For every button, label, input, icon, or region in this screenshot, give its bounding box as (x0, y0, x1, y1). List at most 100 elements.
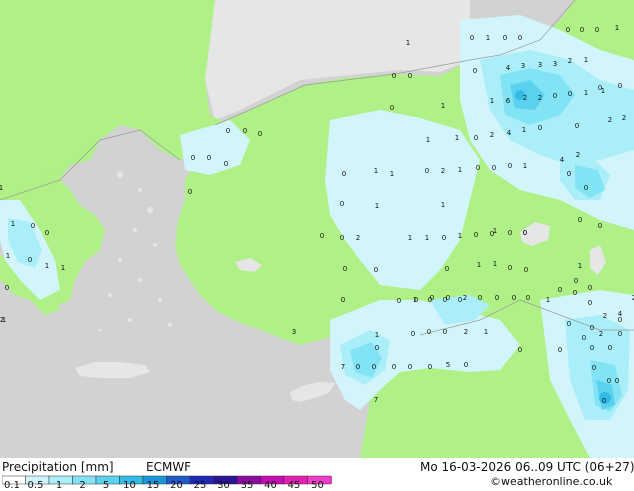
precip-value: 0 (588, 284, 592, 292)
precip-value: 1 (486, 34, 490, 42)
precip-value: 0 (372, 363, 376, 371)
precip-value: 0 (341, 296, 345, 304)
precip-value: 0 (568, 90, 572, 98)
precip-value: 2 (490, 131, 494, 139)
precip-value: 2 (356, 234, 360, 242)
precip-value: 0 (356, 363, 360, 371)
precip-value: 1 (406, 39, 410, 47)
precip-value: 2 (463, 294, 467, 302)
precip-value: 0 (592, 364, 596, 372)
precip-value: 0 (566, 26, 570, 34)
precip-value: 2 (622, 114, 626, 122)
precip-value: 0 (446, 294, 450, 302)
precip-value: 0 (474, 134, 478, 142)
precip-value: 1 (477, 261, 481, 269)
precip-value: 0 (31, 222, 35, 230)
precip-value: 1 (61, 264, 65, 272)
footer-credit: ©weatheronline.co.uk (490, 475, 613, 488)
precip-value: 0 (343, 265, 347, 273)
precip-value: 7 (341, 363, 345, 371)
precip-value: 0 (320, 232, 324, 240)
legend-arrow (331, 476, 332, 484)
precip-value: 2 (523, 94, 527, 102)
precip-value: 0 (518, 34, 522, 42)
precip-value: 7 (374, 396, 378, 404)
precip-value: 0 (470, 34, 474, 42)
precip-value: 0 (342, 170, 346, 178)
precip-value: 0 (575, 122, 579, 130)
precip-value: 1 (425, 234, 429, 242)
precip-value: 2 (464, 328, 468, 336)
precip-value: 0 (607, 377, 611, 385)
precip-value: 0 (598, 222, 602, 230)
precip-value: 0 (474, 231, 478, 239)
precip-value: 1 (375, 202, 379, 210)
precip-value: 0 (512, 294, 516, 302)
precip-value: 0 (615, 377, 619, 385)
legend-colorbar (2, 475, 332, 485)
precip-value: 0 (243, 127, 247, 135)
precip-value: 0 (553, 92, 557, 100)
precip-value: 0 (473, 67, 477, 75)
footer-datetime: Mo 16-03-2026 06..09 UTC (06+27) (420, 460, 634, 474)
precip-value: 0 (495, 294, 499, 302)
precip-value: 1 (493, 260, 497, 268)
precip-value: 0 (508, 162, 512, 170)
precip-value: 0 (476, 164, 480, 172)
precip-value: 0 (567, 320, 571, 328)
precip-value: 0 (608, 344, 612, 352)
precip-value: 1 (374, 167, 378, 175)
precip-value: 3 (553, 60, 557, 68)
precip-value: 0 (425, 167, 429, 175)
legend-tick: 0.1 (4, 480, 20, 491)
legend-tick: 15 (146, 480, 160, 491)
precip-value: 1 (413, 296, 417, 304)
precip-value: 0 (258, 130, 262, 138)
precip-value: 2 (0, 316, 4, 324)
precip-value: 1 (615, 24, 619, 32)
legend-tick: 20 (170, 480, 183, 491)
precip-value: 0 (443, 328, 447, 336)
precip-value: 6 (506, 97, 511, 105)
footer-model: ECMWF (146, 460, 192, 474)
precip-value: 5 (446, 361, 450, 369)
precip-value: 2 (603, 312, 607, 320)
map-canvas: 1 0 1 0 0 0 0 0 1 0 4 3 3 3 2 1 0 0 0 0 1 6 2 2 0 0 1 1 0 0 0 1 2 2 0 1 1 0 2 4… (0, 0, 634, 458)
precip-value: 1 (6, 252, 10, 260)
precip-value: 0 (580, 26, 584, 34)
legend-tick: 0.5 (27, 480, 44, 491)
precip-value: 0 (558, 286, 562, 294)
precip-value: 1 (584, 89, 588, 97)
precip-value: 2 (568, 57, 572, 65)
precip-value: 1 (584, 56, 588, 64)
precip-value: 0 (188, 188, 192, 196)
precip-value: 0 (427, 328, 431, 336)
precip-value: 2 (538, 94, 542, 102)
legend-tick: 2 (79, 480, 86, 491)
precip-value: 1 (375, 331, 379, 339)
precip-value: 0 (458, 296, 462, 304)
precip-value: 4 (507, 129, 512, 137)
legend-tick: 45 (287, 480, 301, 491)
precip-value: 1 (523, 162, 527, 170)
precip-value: 4 (560, 156, 565, 164)
precip-value: 0 (340, 200, 344, 208)
precip-value: 0 (408, 72, 412, 80)
precip-value: 0 (374, 266, 378, 274)
precip-value: 1 (441, 102, 445, 110)
precip-value: 1 (45, 262, 49, 270)
precip-value: 0 (492, 164, 496, 172)
precip-value: 1 (458, 232, 462, 240)
precip-value: 1 (11, 220, 15, 228)
precip-value: 1 (0, 184, 3, 192)
precip-value: 0 (392, 363, 396, 371)
precip-value: 0 (411, 330, 415, 338)
precip-value: 3 (292, 328, 296, 336)
precip-value: 0 (582, 334, 586, 342)
precip-value: 1 (522, 126, 526, 134)
precipitation-map: 1 0 1 0 0 0 0 0 1 0 4 3 3 3 2 1 0 0 0 0 1 6 2 2 0 0 1 1 0 0 0 1 2 2 0 1 1 0 2 4… (0, 0, 634, 458)
legend-tick: 10 (123, 480, 136, 491)
precip-value: 1 (578, 262, 582, 270)
precip-value: 0 (390, 104, 394, 112)
precip-value: 2 (599, 330, 603, 338)
